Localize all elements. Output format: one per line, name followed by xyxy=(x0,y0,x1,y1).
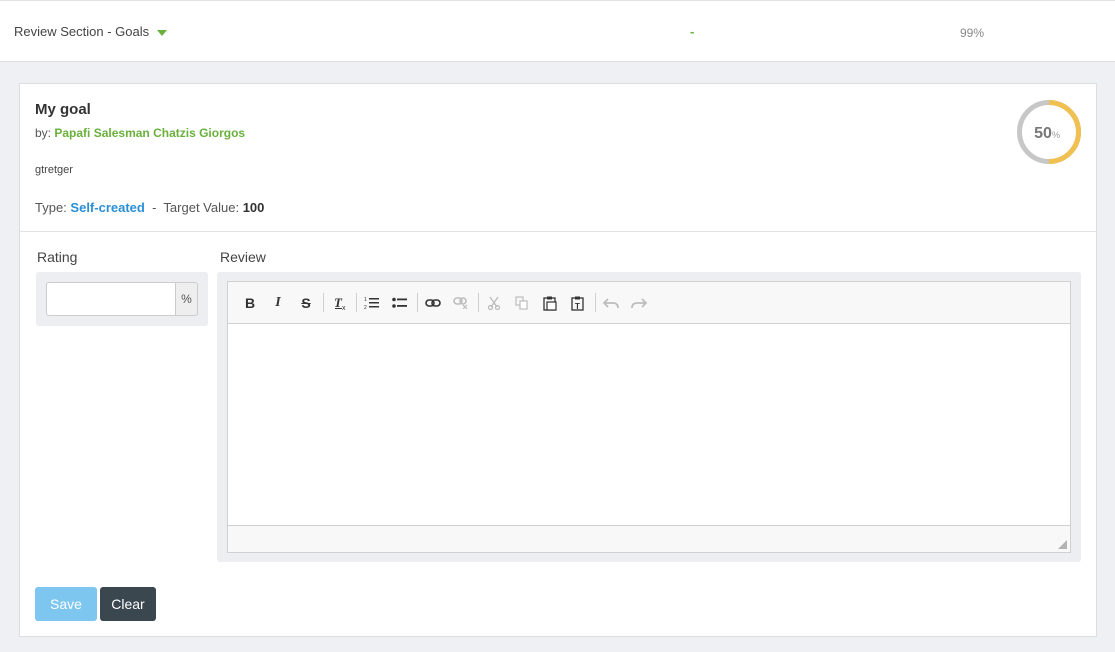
review-text-area[interactable] xyxy=(228,324,1070,525)
meta-separator: - xyxy=(152,200,157,215)
target-label: Target Value: xyxy=(163,200,240,215)
section-score: - xyxy=(690,24,695,39)
redo-icon[interactable] xyxy=(627,292,651,314)
review-editor: B I S Tx 12 T xyxy=(227,281,1071,553)
section-title: Review Section - Goals xyxy=(14,24,150,39)
cut-icon[interactable] xyxy=(482,292,506,314)
review-label: Review xyxy=(220,249,266,265)
numbered-list-icon[interactable]: 12 xyxy=(360,292,384,314)
link-icon[interactable] xyxy=(421,292,445,314)
goal-description: gtretger xyxy=(35,164,73,176)
section-percent: 99% xyxy=(960,26,985,40)
svg-text:1: 1 xyxy=(364,297,367,303)
goal-author-line: by: Papafi Salesman Chatzis Giorgos xyxy=(35,126,245,140)
goal-title: My goal xyxy=(35,101,91,118)
resize-handle-icon[interactable] xyxy=(1058,540,1067,549)
paste-icon[interactable] xyxy=(538,292,562,314)
progress-unit: % xyxy=(1052,130,1060,140)
bold-icon[interactable]: B xyxy=(238,292,262,314)
unlink-icon[interactable] xyxy=(449,292,473,314)
editor-footer xyxy=(228,525,1070,552)
italic-icon[interactable]: I xyxy=(266,292,290,314)
card-divider xyxy=(20,231,1096,232)
goal-meta: Type: Self-created - Target Value: 100 xyxy=(35,200,264,215)
remove-format-icon[interactable]: Tx xyxy=(329,292,353,314)
undo-icon[interactable] xyxy=(599,292,623,314)
toolbar-separator xyxy=(478,293,479,312)
svg-text:2: 2 xyxy=(364,305,367,310)
caret-down-icon[interactable] xyxy=(157,29,168,36)
copy-icon[interactable] xyxy=(510,292,534,314)
goal-card: My goal by: Papafi Salesman Chatzis Gior… xyxy=(19,83,1097,637)
save-button[interactable]: Save xyxy=(35,587,97,621)
editor-toolbar: B I S Tx 12 T xyxy=(228,282,1070,324)
review-editor-wrap: B I S Tx 12 T xyxy=(217,272,1081,562)
strikethrough-icon[interactable]: S xyxy=(294,292,318,314)
paste-text-icon[interactable]: T xyxy=(566,292,590,314)
toolbar-separator xyxy=(595,293,596,312)
by-label: by: xyxy=(35,126,52,140)
clear-button[interactable]: Clear xyxy=(100,587,156,621)
goal-author[interactable]: Papafi Salesman Chatzis Giorgos xyxy=(54,126,245,140)
rating-label: Rating xyxy=(37,249,78,265)
section-toggle[interactable]: Review Section - Goals xyxy=(14,24,168,39)
percent-addon: % xyxy=(175,282,198,316)
progress-ring: 50 % xyxy=(1017,100,1081,164)
toolbar-separator xyxy=(356,293,357,312)
bulleted-list-icon[interactable] xyxy=(388,292,412,314)
svg-text:x: x xyxy=(342,305,346,311)
rating-input[interactable] xyxy=(46,282,176,316)
svg-text:T: T xyxy=(575,302,580,311)
toolbar-separator xyxy=(417,293,418,312)
goal-type: Self-created xyxy=(70,200,145,215)
review-section-header: Review Section - Goals - 99% xyxy=(0,0,1115,62)
progress-value: 50 xyxy=(1034,125,1052,142)
rating-group: % xyxy=(36,272,208,326)
target-value: 100 xyxy=(242,200,265,215)
type-label: Type: xyxy=(35,200,67,215)
toolbar-separator xyxy=(323,293,324,312)
